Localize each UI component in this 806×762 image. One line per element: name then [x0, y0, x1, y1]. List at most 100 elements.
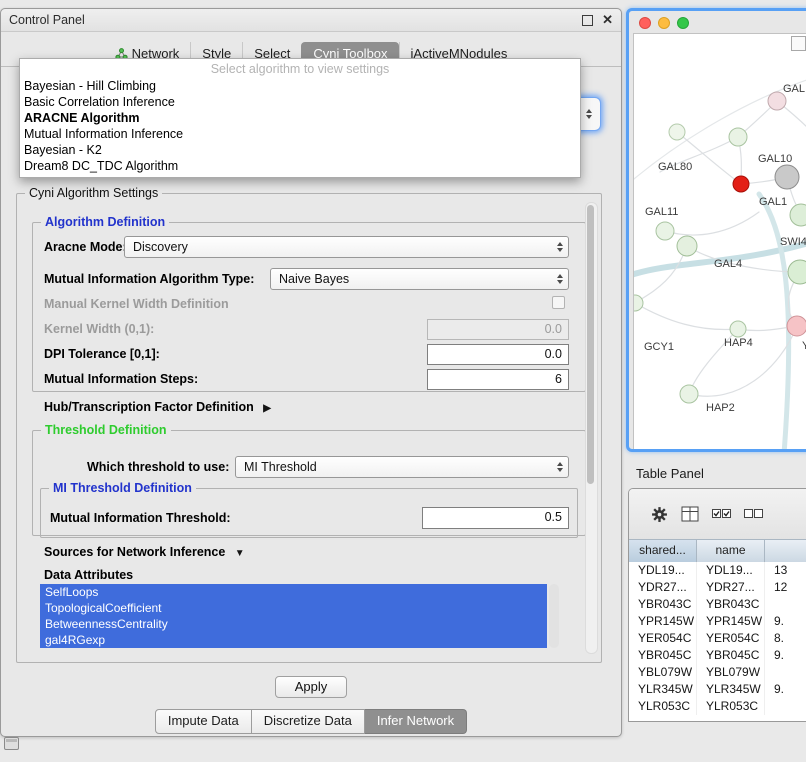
data-attribute-item-gal4rgexp[interactable]: gal4RGexp	[40, 632, 547, 648]
dpi-tolerance-label: DPI Tolerance [0,1]:	[44, 347, 160, 361]
apply-button[interactable]: Apply	[275, 676, 347, 698]
mi-algorithm-type-value: Naive Bayes	[279, 272, 349, 286]
data-attribute-item-betweennesscentrality[interactable]: BetweennessCentrality	[40, 616, 547, 632]
network-edge	[759, 194, 789, 449]
table-cell: YDR27...	[697, 579, 765, 596]
window-traffic-lights	[639, 17, 689, 29]
combobox-stepper-icon	[586, 98, 592, 130]
zoom-window-icon[interactable]	[677, 17, 689, 29]
algorithm-option-bayesian-hill-climbing[interactable]: Bayesian - Hill Climbing	[20, 78, 580, 94]
data-attribute-item-topologicalcoefficient[interactable]: TopologicalCoefficient	[40, 600, 547, 616]
table-row[interactable]: YBL079WYBL079W	[629, 664, 806, 681]
table-cell: YLR053C	[629, 698, 697, 715]
network-view-window[interactable]: GALGAL80GAL10GAL11GAL1SWI4GAL4GCY1HAP4HA…	[626, 8, 806, 452]
algorithm-placeholder-option: Select algorithm to view settings	[20, 61, 580, 78]
table-row[interactable]: YLR053CYLR053C	[629, 698, 806, 715]
table-row[interactable]: YDL19...YDL19...13	[629, 562, 806, 579]
window-controls: ✕	[582, 9, 613, 31]
table-cell: 8.	[765, 630, 806, 647]
sources-section-label: Sources for Network Inference	[44, 545, 225, 559]
select-columns-icon[interactable]	[681, 506, 699, 522]
table-row[interactable]: YBR043CYBR043C	[629, 596, 806, 613]
select-all-rows-icon[interactable]	[712, 509, 731, 519]
mi-algorithm-type-label: Mutual Information Algorithm Type:	[44, 272, 254, 286]
network-node[interactable]	[730, 321, 746, 337]
mi-threshold-field[interactable]: 0.5	[422, 507, 569, 529]
algorithm-option-dream8-dc-tdc-algorithm[interactable]: Dream8 DC_TDC Algorithm	[20, 158, 580, 174]
sources-section-toggle[interactable]: Sources for Network Inference ▼	[44, 545, 245, 561]
bottom-tab-infer-network[interactable]: Infer Network	[365, 709, 467, 734]
table-row[interactable]: YLR345WYLR345W9.	[629, 681, 806, 698]
algorithm-option-bayesian-k2[interactable]: Bayesian - K2	[20, 142, 580, 158]
which-threshold-select[interactable]: MI Threshold	[235, 456, 569, 478]
bottom-tab-impute-data[interactable]: Impute Data	[155, 709, 252, 734]
close-window-icon[interactable]	[639, 17, 651, 29]
network-graph: GALGAL80GAL10GAL11GAL1SWI4GAL4GCY1HAP4HA…	[634, 34, 806, 449]
table-cell: YER054C	[629, 630, 697, 647]
collapsed-arrow-icon: ▶	[263, 403, 271, 414]
aracne-mode-label: Aracne Mode:	[44, 240, 127, 254]
algorithm-option-aracne-algorithm[interactable]: ARACNE Algorithm	[20, 110, 580, 126]
algorithm-option-basic-correlation-inference[interactable]: Basic Correlation Inference	[20, 94, 580, 110]
data-attribute-item-selfloops[interactable]: SelfLoops	[40, 584, 547, 600]
minimized-panel-icon[interactable]	[4, 737, 19, 750]
scrollbar-thumb[interactable]	[587, 205, 594, 484]
hub-section-label: Hub/Transcription Factor Definition	[44, 400, 254, 414]
bottom-tab-discretize-data[interactable]: Discretize Data	[252, 709, 365, 734]
deselect-all-rows-icon[interactable]	[744, 509, 763, 519]
table-row[interactable]: YPR145WYPR145W9.	[629, 613, 806, 630]
node-label-gal10: GAL10	[758, 153, 792, 165]
network-node[interactable]	[634, 295, 643, 311]
cyni-bottom-tabs: Impute DataDiscretize DataInfer Network	[1, 709, 621, 734]
network-canvas[interactable]: GALGAL80GAL10GAL11GAL1SWI4GAL4GCY1HAP4HA…	[633, 33, 806, 449]
dpi-tolerance-field[interactable]: 0.0	[427, 344, 569, 365]
network-node[interactable]	[669, 124, 685, 140]
network-node[interactable]	[733, 176, 749, 192]
table-cell	[765, 698, 806, 715]
node-label-gal1: GAL1	[759, 196, 787, 208]
node-label-gal11: GAL11	[645, 206, 678, 218]
network-node[interactable]	[656, 222, 674, 240]
float-window-icon[interactable]	[582, 15, 593, 26]
column-header-extra[interactable]	[765, 540, 806, 562]
network-node[interactable]	[787, 316, 806, 336]
network-node[interactable]	[677, 236, 697, 256]
table-row[interactable]: YDR27...YDR27...12	[629, 579, 806, 596]
hub-section-toggle[interactable]: Hub/Transcription Factor Definition ▶	[44, 400, 271, 416]
mi-algorithm-type-select[interactable]: Naive Bayes	[270, 268, 569, 290]
close-icon[interactable]: ✕	[602, 9, 613, 31]
network-node[interactable]	[790, 204, 806, 226]
settings-scrollbar[interactable]	[585, 202, 598, 654]
network-node[interactable]	[729, 128, 747, 146]
stepper-icon	[557, 237, 563, 257]
manual-kernel-width-checkbox[interactable]	[552, 296, 565, 309]
settings-gear-icon[interactable]	[651, 506, 668, 523]
table-header-row: shared...name	[629, 539, 806, 563]
settings-group-title: Cyni Algorithm Settings	[25, 186, 162, 200]
table-row[interactable]: YBR045CYBR045C9.	[629, 647, 806, 664]
algorithm-option-mutual-information-inference[interactable]: Mutual Information Inference	[20, 126, 580, 142]
attributes-list-scrollbar[interactable]	[549, 584, 559, 648]
aracne-mode-select[interactable]: Discovery	[124, 236, 569, 258]
table-panel-window: shared...name YDL19...YDL19...13YDR27...…	[628, 488, 806, 722]
window-title: Control Panel	[9, 13, 85, 27]
table-cell: YBL079W	[697, 664, 765, 681]
table-row[interactable]: YER054CYER054C8.	[629, 630, 806, 647]
table-cell: YBR043C	[697, 596, 765, 613]
table-cell: YLR053C	[697, 698, 765, 715]
column-header-name[interactable]: name	[697, 540, 765, 562]
control-panel-titlebar[interactable]: Control Panel ✕	[1, 9, 621, 32]
network-node[interactable]	[775, 165, 799, 189]
column-header-shared[interactable]: shared...	[629, 540, 697, 562]
stepper-icon	[557, 457, 563, 477]
table-cell: YDR27...	[629, 579, 697, 596]
network-node[interactable]	[680, 385, 698, 403]
minimize-window-icon[interactable]	[658, 17, 670, 29]
node-label-gal80: GAL80	[658, 161, 692, 173]
mi-steps-field[interactable]: 6	[427, 369, 569, 390]
network-node[interactable]	[788, 260, 806, 284]
table-cell: YBR045C	[629, 647, 697, 664]
node-label-hap4: HAP4	[724, 337, 753, 349]
network-edge	[665, 212, 759, 235]
desktop: { "colors": { "selection_blue": "#3f6cdc…	[0, 0, 806, 762]
